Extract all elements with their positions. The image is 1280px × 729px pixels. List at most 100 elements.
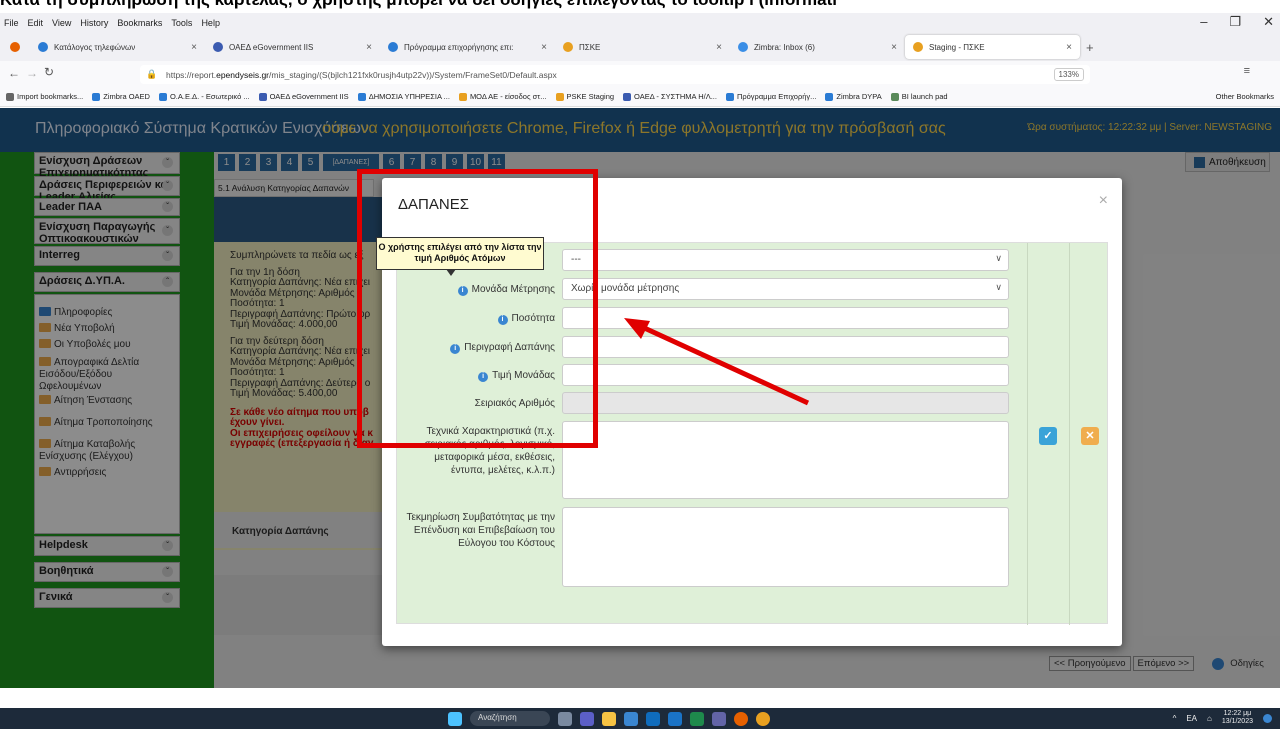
system-tray: ^ EA ⌂ 12:22 μμ 13/1/2023 xyxy=(1173,710,1272,726)
store-icon[interactable] xyxy=(624,711,638,726)
bookmark-item[interactable]: Zimbra DYPA xyxy=(825,92,882,101)
browser-tab[interactable]: ΠΣΚΕ × xyxy=(555,35,730,59)
bookmark-item[interactable]: Zimbra OAED xyxy=(92,92,150,101)
clock[interactable]: 12:22 μμ 13/1/2023 xyxy=(1222,710,1253,726)
close-window-icon[interactable]: ✕ xyxy=(1263,14,1274,30)
bookmark-label: Zimbra OAED xyxy=(103,92,150,101)
unit-price-input[interactable] xyxy=(562,364,1009,386)
taskbar-center: Αναζήτηση xyxy=(448,711,770,726)
tab-close-icon[interactable]: × xyxy=(891,42,897,53)
column-divider xyxy=(1027,243,1028,625)
tab-favicon-icon xyxy=(738,42,748,52)
menu-item-help[interactable]: Help xyxy=(201,18,220,28)
tab-bar: Κατάλογος τηλεφώνων × ΟΑΕΔ eGovernment IIS… xyxy=(0,33,1280,61)
other-bookmarks[interactable]: Other Bookmarks xyxy=(1216,92,1274,101)
firefox-icon xyxy=(10,42,20,52)
mail-icon[interactable] xyxy=(646,711,660,726)
taskview-icon[interactable] xyxy=(558,711,572,726)
chrome-icon[interactable] xyxy=(756,711,770,726)
network-icon[interactable]: ⌂ xyxy=(1207,714,1212,723)
menu-item-file[interactable]: File xyxy=(4,18,19,28)
bookmark-icon xyxy=(555,92,564,101)
bookmark-item[interactable]: ΟΑΕΔ - ΣΥΣΤΗΜΑ Η/Λ... xyxy=(623,92,717,101)
bookmark-icon xyxy=(92,92,101,101)
browser-tab[interactable]: ΟΑΕΔ eGovernment IIS × xyxy=(205,35,380,59)
browser-tab[interactable]: Staging - ΠΣΚΕ × xyxy=(905,35,1080,59)
menu-bar: File Edit View History Bookmarks Tools Help xyxy=(0,13,1280,33)
explorer-icon[interactable] xyxy=(602,711,616,726)
back-icon[interactable]: ← xyxy=(8,66,20,80)
cancel-icon[interactable]: ✕ xyxy=(1081,427,1099,445)
quantity-input[interactable] xyxy=(562,307,1009,329)
menu-item-history[interactable]: History xyxy=(80,18,108,28)
bookmark-label: Zimbra DYPA xyxy=(836,92,882,101)
extensions-icon[interactable]: ≡ xyxy=(1244,65,1250,77)
documentation-textarea[interactable] xyxy=(562,507,1009,587)
tray-chevron-icon[interactable]: ^ xyxy=(1173,714,1177,723)
bookmark-icon xyxy=(725,92,734,101)
bookmark-item[interactable]: Ο.Α.Ε.Δ. - Εσωτερικό ... xyxy=(158,92,250,101)
browser-tab[interactable]: Κατάλογος τηλεφώνων × xyxy=(30,35,205,59)
confirm-icon[interactable]: ✓ xyxy=(1039,427,1057,445)
menu-item-edit[interactable]: Edit xyxy=(28,18,44,28)
modal-close-icon[interactable]: × xyxy=(1099,192,1108,210)
tab-close-icon[interactable]: × xyxy=(1066,42,1072,53)
lock-icon: 🔒 xyxy=(146,69,158,79)
documentation-label: Τεκμηρίωση Συμβατότητας με την Επένδυση … xyxy=(406,512,555,549)
new-tab-icon[interactable]: + xyxy=(1086,40,1094,55)
reload-icon[interactable]: ↻ xyxy=(44,65,54,79)
menu-item-bookmarks[interactable]: Bookmarks xyxy=(117,18,162,28)
browser-tab[interactable]: Zimbra: Inbox (6) × xyxy=(730,35,905,59)
menu-item-tools[interactable]: Tools xyxy=(171,18,192,28)
window-controls: – ❐ ✕ xyxy=(1200,14,1274,30)
excel-icon[interactable] xyxy=(690,711,704,726)
tech-characteristics-textarea[interactable] xyxy=(562,421,1009,499)
bookmark-label: ΜΟΔ ΑΕ - είσοδος στ... xyxy=(469,92,547,101)
bookmark-icon xyxy=(258,92,267,101)
column-divider xyxy=(1069,243,1070,625)
expense-category-select[interactable]: --- ∨ xyxy=(562,249,1009,271)
tab-close-icon[interactable]: × xyxy=(191,42,197,53)
maximize-icon[interactable]: ❐ xyxy=(1229,14,1241,30)
tab-label: Πρόγραμμα επιχορήγησης επι: xyxy=(404,42,514,52)
address-bar[interactable]: 🔒 https://report. ependyseis.gr/mis_stagi… xyxy=(140,65,1090,84)
browser-tab[interactable]: Πρόγραμμα επιχορήγησης επι: × xyxy=(380,35,555,59)
tab-close-icon[interactable]: × xyxy=(716,42,722,53)
url-prefix: https://report. xyxy=(166,69,217,80)
clock-time: 12:22 μμ xyxy=(1223,710,1252,717)
nav-bar: ← → ↻ 🔒 https://report. ependyseis.gr/mis… xyxy=(0,61,1280,87)
bookmark-item[interactable]: BI launch pad xyxy=(890,92,948,101)
menu-item-view[interactable]: View xyxy=(52,18,71,28)
bookmark-item[interactable]: PSKE Staging xyxy=(555,92,614,101)
url-domain: ependyseis.gr xyxy=(216,69,270,80)
teams-icon[interactable] xyxy=(712,711,726,726)
bookmark-label: Ο.Α.Ε.Δ. - Εσωτερικό ... xyxy=(169,92,250,101)
clock-date: 13/1/2023 xyxy=(1221,718,1253,725)
tab-label: Staging - ΠΣΚΕ xyxy=(929,42,985,52)
tab-close-icon[interactable]: × xyxy=(541,42,547,53)
bookmark-item[interactable]: ΔΗΜΟΣΙΑ ΥΠΗΡΕΣΙΑ ... xyxy=(357,92,450,101)
unit-select[interactable]: Χωρίς μονάδα μέτρησης ∨ xyxy=(562,278,1009,300)
bookmark-icon xyxy=(623,92,632,101)
tab-label: Κατάλογος τηλεφώνων xyxy=(54,42,136,52)
tab-close-icon[interactable]: × xyxy=(366,42,372,53)
firefox-taskbar-icon[interactable] xyxy=(734,711,748,726)
bookmark-item[interactable]: Πρόγραμμα Επιχορήγ... xyxy=(725,92,816,101)
bookmark-item[interactable]: Import bookmarks... xyxy=(6,92,83,101)
notification-icon[interactable] xyxy=(1263,713,1272,723)
page-bottom-strip xyxy=(0,688,1280,708)
chat-icon[interactable] xyxy=(580,711,594,726)
minimize-icon[interactable]: – xyxy=(1200,14,1207,30)
outlook-icon[interactable] xyxy=(668,711,682,726)
bookmark-item[interactable]: ΟΑΕΔ eGovernment IIS xyxy=(258,92,349,101)
taskbar-search[interactable]: Αναζήτηση xyxy=(470,711,550,726)
zoom-level[interactable]: 133% xyxy=(1053,68,1084,81)
bookmark-icon xyxy=(890,92,899,101)
language-indicator[interactable]: EA xyxy=(1186,714,1197,723)
taskbar: Αναζήτηση ^ EA ⌂ 12:22 μμ 13/1/2023 xyxy=(0,708,1280,729)
windows-start-icon[interactable] xyxy=(448,711,462,726)
bookmark-icon xyxy=(6,92,14,101)
description-input[interactable] xyxy=(562,336,1009,358)
bookmark-item[interactable]: ΜΟΔ ΑΕ - είσοδος στ... xyxy=(458,92,547,101)
forward-icon[interactable]: → xyxy=(26,66,38,80)
